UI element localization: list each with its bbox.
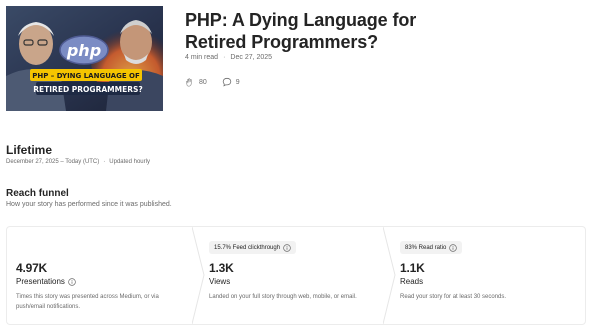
claps-count: 80 — [199, 78, 207, 86]
svg-text:php: php — [66, 41, 101, 60]
presentations-label-row: Presentations — [16, 277, 76, 286]
reads-value: 1.1K — [400, 261, 425, 275]
lifetime-heading: Lifetime — [6, 143, 53, 157]
reach-funnel-card: 4.97K Presentations Times this story was… — [6, 226, 586, 325]
svg-text:RETIRED PROGRAMMERS?: RETIRED PROGRAMMERS? — [33, 85, 143, 94]
funnel-column-reads: 83% Read ratio 1.1K Reads Read your stor… — [396, 227, 581, 324]
funnel-column-views: 15.7% Feed clickthrough 1.3K Views Lande… — [205, 227, 383, 324]
responses-stat: 9 — [222, 77, 240, 87]
reach-funnel-heading: Reach funnel — [6, 188, 69, 199]
story-meta: 4 min read · Dec 27, 2025 — [185, 54, 272, 61]
funnel-divider — [383, 227, 397, 324]
presentations-description: Times this story was presented across Me… — [16, 294, 159, 310]
reads-description: Read your story for at least 30 seconds. — [400, 294, 507, 300]
read-ratio-badge: 83% Read ratio — [400, 241, 463, 254]
info-icon[interactable] — [68, 277, 76, 286]
views-label: Views — [209, 277, 231, 286]
presentations-value: 4.97K — [16, 261, 48, 275]
comment-icon — [222, 77, 231, 87]
svg-text:PHP – DYING LANGUAGE OF: PHP – DYING LANGUAGE OF — [32, 72, 140, 80]
publish-date: Dec 27, 2025 — [230, 54, 273, 61]
reads-label-row: Reads — [400, 277, 423, 286]
reads-label: Reads — [400, 277, 424, 286]
story-header: php PHP – DYING LANGUAGE OF RETIRED PROG… — [6, 6, 586, 112]
claps-stat: 80 — [185, 77, 207, 87]
views-label-row: Views — [209, 277, 230, 286]
clap-icon — [185, 78, 192, 87]
feed-clickthrough-badge: 15.7% Feed clickthrough — [209, 241, 297, 254]
story-stats-page: php PHP – DYING LANGUAGE OF RETIRED PROG… — [0, 0, 592, 329]
presentations-label: Presentations — [16, 277, 65, 286]
story-thumbnail[interactable]: php PHP – DYING LANGUAGE OF RETIRED PROG… — [6, 6, 163, 111]
feed-clickthrough-text: 15.7% Feed clickthrough — [214, 244, 281, 251]
info-icon[interactable] — [449, 243, 458, 252]
read-ratio-text: 83% Read ratio — [405, 244, 447, 251]
date-range: December 27, 2025 – Today (UTC) — [6, 159, 100, 165]
reach-funnel-subtitle: How your story has performed since it wa… — [6, 201, 172, 208]
read-time: 4 min read — [185, 54, 219, 61]
story-engagement: 80 9 — [185, 77, 240, 87]
meta-separator: · — [223, 54, 226, 61]
story-title[interactable]: PHP: A Dying Language for Retired Progra… — [185, 9, 445, 53]
responses-count: 9 — [235, 78, 240, 86]
funnel-divider — [192, 227, 206, 324]
info-icon[interactable] — [283, 243, 291, 252]
views-description: Landed on your full story through web, m… — [209, 294, 357, 300]
thumbnail-image: php PHP – DYING LANGUAGE OF RETIRED PROG… — [6, 6, 163, 111]
lifetime-range: December 27, 2025 – Today (UTC) · Update… — [6, 159, 150, 165]
update-frequency: Updated hourly — [109, 159, 150, 165]
funnel-column-presentations: 4.97K Presentations Times this story was… — [7, 227, 192, 324]
views-value: 1.3K — [209, 261, 234, 275]
range-separator: · — [103, 159, 106, 165]
